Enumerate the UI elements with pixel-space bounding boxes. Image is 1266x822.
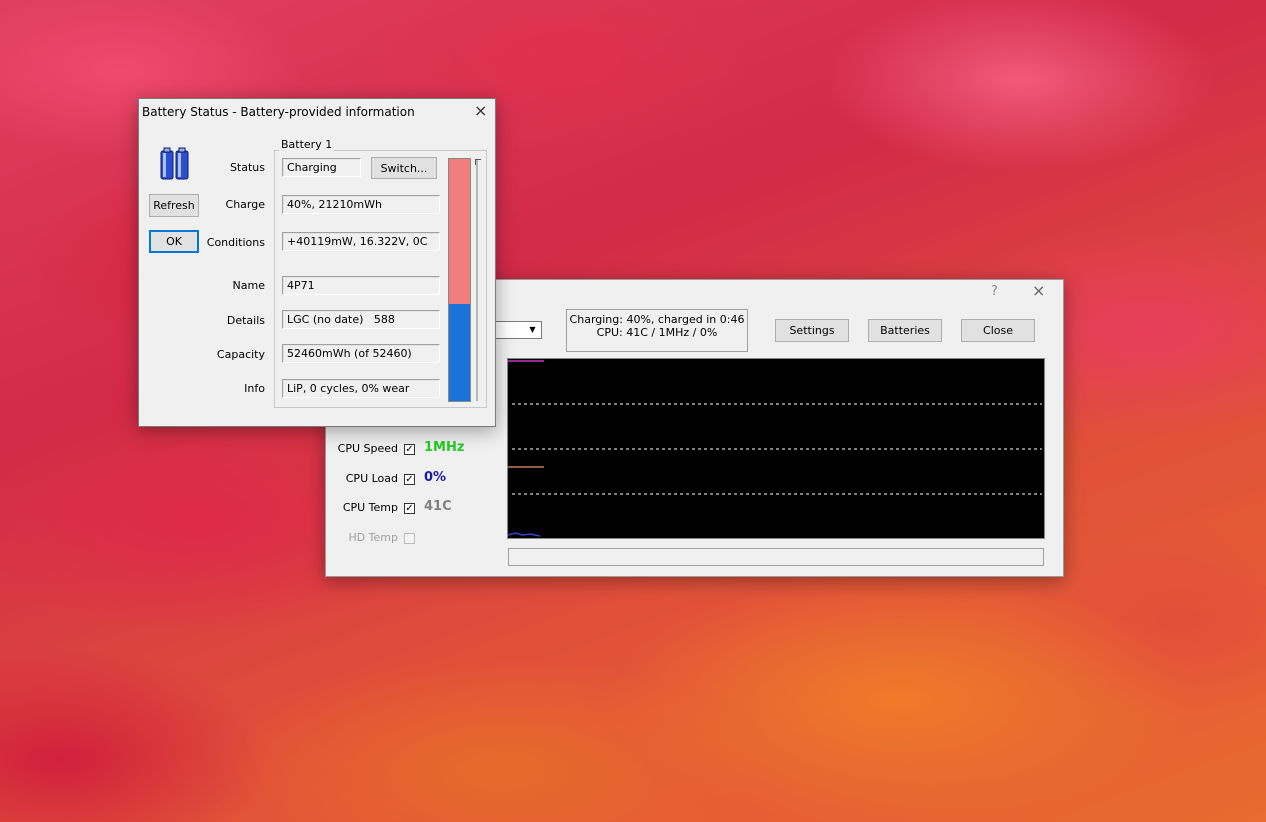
graph-scrollbar[interactable] [508,548,1044,566]
indicator-label: CPU Speed [337,442,398,455]
indicator-checkbox[interactable]: ✓ [404,503,415,514]
name-value: 4P71 [282,276,440,295]
chevron-down-icon: ▼ [529,325,536,334]
info-label: Info [244,382,265,395]
indicator-label: CPU Load [345,472,398,485]
indicator-label: CPU Temp [342,501,398,514]
battery-1-group-title: Battery 1 [279,138,335,151]
cpu-load-trace [508,532,541,537]
batteries-button[interactable]: Batteries [868,319,942,342]
cpu-status-text: CPU: 41C / 1MHz / 0% [596,326,718,339]
conditions-value: +40119mW, 16.322V, 0C [282,232,440,251]
indicator-value: 0% [424,470,447,485]
switch-button[interactable]: Switch... [371,157,437,179]
indicator-checkbox[interactable] [404,533,415,544]
charge-level-bar [448,158,471,402]
indicator-value: 41C [424,499,452,514]
close-button[interactable]: Close [961,319,1035,342]
details-value: LGC (no date) 588 [282,310,440,329]
status-label: Status [229,161,265,174]
indicator-value: 1MHz [424,440,465,455]
dialog-title: Battery Status - Battery-provided inform… [142,105,415,119]
capacity-label: Capacity [216,348,265,361]
charging-status-text: Charging: 40%, charged in 0:46 [569,313,745,326]
charge-level-fill [449,304,470,401]
indicator-checkbox[interactable]: ✓ [404,444,415,455]
conditions-label: Conditions [206,236,265,249]
status-value: Charging [282,158,361,177]
name-label: Name [232,279,265,292]
indicator-label: HD Temp [348,531,398,544]
settings-button[interactable]: Settings [775,319,849,342]
monitor-close-icon[interactable]: × [1032,283,1045,299]
info-value: LiP, 0 cycles, 0% wear [282,379,440,398]
battery-icon [160,147,189,180]
battery-status-dialog: Battery Status - Battery-provided inform… [138,98,496,427]
charge-bar-track [476,159,478,401]
indicator-checkbox[interactable]: ✓ [404,474,415,485]
help-button[interactable]: ? [991,284,998,299]
charge-value: 40%, 21210mWh [282,195,440,214]
details-label: Details [226,314,265,327]
charge-bar-thumb[interactable] [475,159,481,165]
ok-button[interactable]: OK [149,230,199,253]
capacity-value: 52460mWh (of 52460) [282,344,440,363]
history-graph [507,358,1045,539]
charge-label: Charge [225,198,265,211]
status-summary: Charging: 40%, charged in 0:46 CPU: 41C … [566,309,748,352]
dialog-close-icon[interactable]: × [474,103,487,119]
refresh-button[interactable]: Refresh [149,194,199,217]
